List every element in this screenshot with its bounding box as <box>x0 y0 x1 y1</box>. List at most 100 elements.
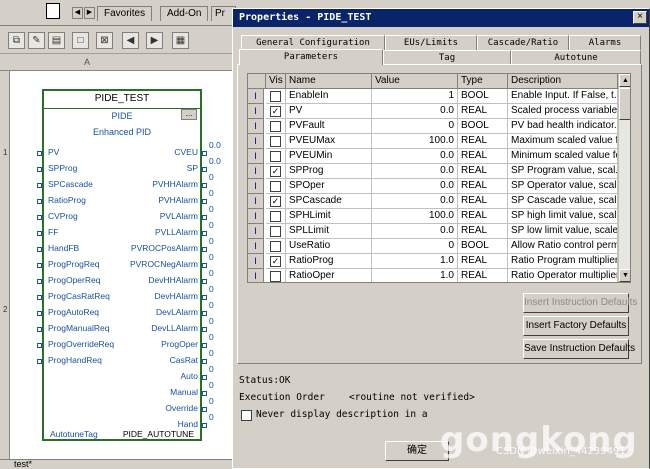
vis-cell[interactable]: ✓ <box>266 164 286 179</box>
vis-checkbox[interactable] <box>270 151 281 162</box>
tab-cascade-ratio[interactable]: Cascade/Ratio <box>477 35 569 50</box>
table-row[interactable]: I PVFault 0 BOOL PV bad health indicator. ..… <box>248 119 618 134</box>
row-selector[interactable]: I <box>248 134 264 149</box>
table-row[interactable]: I ✓ SPProg 0.0 REAL SP Program value, scal..… <box>248 164 618 179</box>
value-cell[interactable]: 0 <box>372 239 458 254</box>
output-pin-connector[interactable] <box>202 391 207 396</box>
table-row[interactable]: I SPLLimit 0.0 REAL SP low limit value, scal… <box>248 224 618 239</box>
input-pin-connector[interactable] <box>37 295 42 300</box>
vis-checkbox[interactable] <box>270 181 281 192</box>
next-sheet-icon[interactable]: ▶ <box>146 32 163 49</box>
column-header-value[interactable]: Value <box>372 74 458 89</box>
toolbox-toggle[interactable] <box>46 3 60 19</box>
value-cell[interactable]: 1.0 <box>372 254 458 269</box>
output-pin-connector[interactable] <box>202 311 207 316</box>
paste-icon[interactable]: ▤ <box>48 32 65 49</box>
vis-checkbox[interactable] <box>270 121 281 132</box>
input-pin-connector[interactable] <box>37 215 42 220</box>
table-row[interactable]: I RatioOper 1.0 REAL Ratio Operator multipli… <box>248 269 618 282</box>
sheet-properties-icon[interactable]: ▦ <box>172 32 189 49</box>
row-selector[interactable]: I <box>248 254 264 269</box>
output-pin-connector[interactable] <box>202 295 207 300</box>
output-pin-connector[interactable] <box>202 407 207 412</box>
input-pin-connector[interactable] <box>37 359 42 364</box>
input-pin-connector[interactable] <box>37 311 42 316</box>
save-instruction-defaults-button[interactable]: Save Instruction Defaults <box>523 339 635 359</box>
output-pin-connector[interactable] <box>202 327 207 332</box>
autotune-tag-value[interactable]: PIDE_AUTOTUNE <box>123 429 194 439</box>
vis-checkbox[interactable]: ✓ <box>270 166 281 177</box>
vis-cell[interactable]: ✓ <box>266 254 286 269</box>
table-row[interactable]: I PVEUMax 100.0 REAL Maximum scaled value f.… <box>248 134 618 149</box>
value-cell[interactable]: 0 <box>372 119 458 134</box>
vis-checkbox[interactable] <box>270 226 281 237</box>
vis-cell[interactable] <box>266 269 286 282</box>
vis-cell[interactable] <box>266 224 286 239</box>
output-pin-connector[interactable] <box>202 263 207 268</box>
table-row[interactable]: I ✓ PV 0.0 REAL Scaled process variable ... <box>248 104 618 119</box>
row-selector[interactable]: I <box>248 164 264 179</box>
parameters-grid[interactable]: Vis Name Value Type Description I EnableI… <box>247 73 631 283</box>
value-cell[interactable]: 1 <box>372 89 458 104</box>
previous-sheet-icon[interactable]: ◀ <box>122 32 139 49</box>
tab-eus-limits[interactable]: EUs/Limits <box>385 35 477 50</box>
column-header-name[interactable]: Name <box>286 74 372 89</box>
vis-checkbox[interactable]: ✓ <box>270 196 281 207</box>
vis-cell[interactable] <box>266 119 286 134</box>
table-row[interactable]: I PVEUMin 0.0 REAL Minimum scaled value fo..… <box>248 149 618 164</box>
scroll-down-icon[interactable]: ▼ <box>619 269 630 282</box>
insert-factory-defaults-button[interactable]: Insert Factory Defaults <box>523 316 629 336</box>
never-display-checkbox[interactable] <box>241 410 252 421</box>
table-row[interactable]: I UseRatio0BOOLAllow Ratio control permi.… <box>248 239 618 254</box>
close-button[interactable]: × <box>633 11 647 24</box>
copy-icon[interactable]: ⧉ <box>8 32 25 49</box>
delete-sheet-icon[interactable]: ⊠ <box>96 32 113 49</box>
value-cell[interactable]: 100.0 <box>372 134 458 149</box>
edit-icon[interactable]: ✎ <box>28 32 45 49</box>
tab-add-on[interactable]: Add-On <box>160 6 209 21</box>
vis-cell[interactable] <box>266 149 286 164</box>
output-pin-connector[interactable] <box>202 375 207 380</box>
vis-checkbox[interactable] <box>270 211 281 222</box>
input-pin-connector[interactable] <box>37 247 42 252</box>
vis-cell[interactable] <box>266 239 286 254</box>
output-pin-connector[interactable] <box>202 151 207 156</box>
block-properties-button[interactable]: ... <box>181 109 197 120</box>
tab-parameters[interactable]: Parameters <box>239 49 383 65</box>
tab-tag[interactable]: Tag <box>383 50 511 65</box>
output-pin-connector[interactable] <box>202 167 207 172</box>
new-sheet-icon[interactable]: □ <box>72 32 89 49</box>
output-pin-connector[interactable] <box>202 359 207 364</box>
row-selector[interactable]: I <box>248 269 264 282</box>
value-cell[interactable]: 0.0 <box>372 224 458 239</box>
vis-cell[interactable] <box>266 134 286 149</box>
row-selector[interactable]: I <box>248 179 264 194</box>
value-cell[interactable]: 0.0 <box>372 104 458 119</box>
value-cell[interactable]: 0.0 <box>372 149 458 164</box>
row-selector[interactable]: I <box>248 149 264 164</box>
output-pin-connector[interactable] <box>202 343 207 348</box>
scroll-right-icon[interactable]: ▶ <box>84 7 95 19</box>
vis-checkbox[interactable]: ✓ <box>270 256 281 267</box>
value-cell[interactable]: 0.0 <box>372 179 458 194</box>
input-pin-connector[interactable] <box>37 151 42 156</box>
tab-alarms[interactable]: Alarms <box>569 35 641 50</box>
row-selector[interactable]: I <box>248 224 264 239</box>
input-pin-connector[interactable] <box>37 199 42 204</box>
scroll-up-icon[interactable]: ▲ <box>619 74 630 87</box>
value-cell[interactable]: 0.0 <box>372 194 458 209</box>
vis-cell[interactable] <box>266 89 286 104</box>
column-header-description[interactable]: Description <box>508 74 618 89</box>
row-selector[interactable]: I <box>248 209 264 224</box>
output-pin-connector[interactable] <box>202 247 207 252</box>
tab-general-configuration[interactable]: General Configuration <box>241 35 385 50</box>
grid-scrollbar[interactable]: ▲ ▼ <box>618 74 630 282</box>
input-pin-connector[interactable] <box>37 263 42 268</box>
row-selector[interactable]: I <box>248 194 264 209</box>
vis-cell[interactable]: ✓ <box>266 194 286 209</box>
tab-favorites[interactable]: Favorites <box>97 6 153 21</box>
row-selector[interactable]: I <box>248 104 264 119</box>
table-row[interactable]: I SPHLimit 100.0 REAL SP high limit value, s… <box>248 209 618 224</box>
input-pin-connector[interactable] <box>37 183 42 188</box>
value-cell[interactable]: 0.0 <box>372 164 458 179</box>
